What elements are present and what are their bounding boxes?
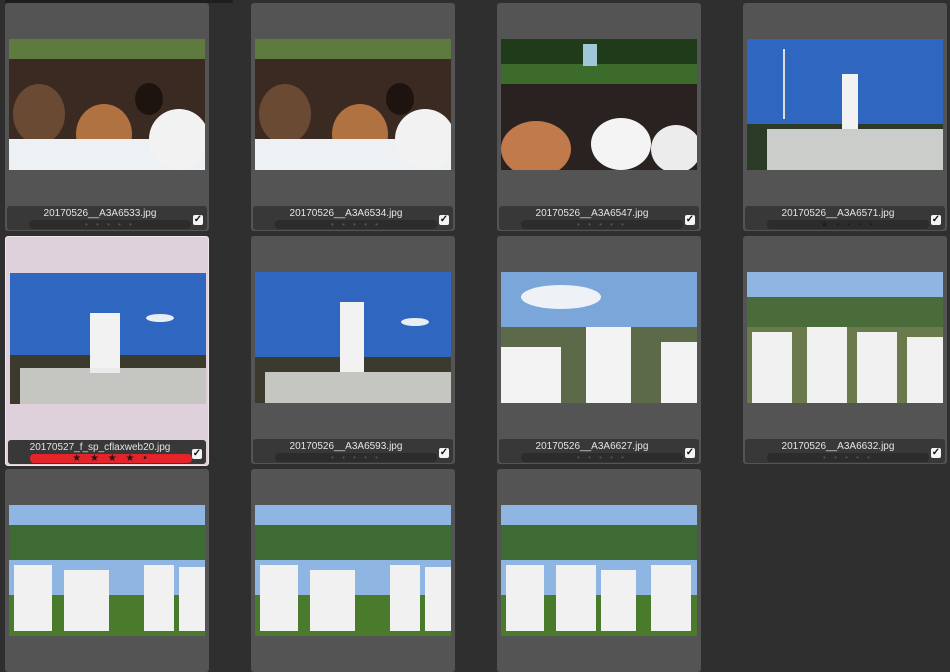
photo-cell-selected[interactable]: 20170527_f_sp_cflaxweb20.jpg ★ ★ ★ ★ • ✓ [5,236,209,466]
rating-stars[interactable]: • • • • • [521,220,683,229]
filename-label: 20170526__A3A6534.jpg [289,208,403,219]
photo-info-bar: 20170526__A3A6593.jpg • • • • • ✓ [253,439,453,463]
photo-cell[interactable]: 20170526__A3A6533.jpg • • • • • ✓ [5,3,209,231]
photo-info-bar: 20170526__A3A6534.jpg • • • • • ✓ [253,206,453,230]
photo-thumbnail[interactable] [747,272,943,403]
checkbox-checked-icon[interactable]: ✓ [931,215,941,225]
photo-cell[interactable] [251,469,455,672]
rating-stars[interactable]: • • • • • [29,220,191,229]
checkbox-checked-icon[interactable]: ✓ [439,448,449,458]
filename-label: 20170526__A3A6593.jpg [289,441,403,452]
photo-cell[interactable]: 20170526__A3A6593.jpg • • • • • ✓ [251,236,455,464]
photo-thumbnail[interactable] [255,39,451,170]
photo-thumbnail[interactable] [9,39,205,170]
checkbox-checked-icon[interactable]: ✓ [192,449,202,459]
photo-thumbnail[interactable] [9,505,205,636]
filename-label: 20170526__A3A6632.jpg [781,441,895,452]
photo-cell[interactable] [497,469,701,672]
filename-label: 20170526__A3A6571.jpg [781,208,895,219]
photo-cell[interactable]: 20170526__A3A6632.jpg • • • • • ✓ [743,236,947,464]
filename-label: 20170526__A3A6533.jpg [43,208,157,219]
photo-thumbnail[interactable] [501,505,697,636]
rating-stars[interactable]: ★ ★ ★ ★ • [30,454,192,464]
photo-thumbnail[interactable] [10,273,206,404]
photo-cell[interactable]: 20170526__A3A6547.jpg • • • • • ✓ [497,3,701,231]
photo-info-bar: 20170526__A3A6627.jpg • • • • • ✓ [499,439,699,463]
photo-thumbnail[interactable] [501,39,697,170]
checkbox-checked-icon[interactable]: ✓ [931,448,941,458]
rating-stars[interactable]: • • • • • [275,453,437,462]
photo-info-bar: 20170526__A3A6632.jpg • • • • • ✓ [745,439,945,463]
photo-thumbnail[interactable] [747,39,943,170]
checkbox-checked-icon[interactable]: ✓ [439,215,449,225]
checkbox-checked-icon[interactable]: ✓ [685,215,695,225]
rating-stars[interactable]: • • • • • [275,220,437,229]
rating-stars[interactable]: • • • • • [767,453,929,462]
photo-thumbnail[interactable] [501,272,697,403]
checkbox-checked-icon[interactable]: ✓ [193,215,203,225]
photo-info-bar: 20170526__A3A6533.jpg • • • • • ✓ [7,206,207,230]
photo-cell[interactable]: 20170526__A3A6534.jpg • • • • • ✓ [251,3,455,231]
rating-stars[interactable]: • • • • • [521,453,683,462]
rating-stars[interactable]: ★ • • • • [767,220,929,229]
photo-info-bar: 20170526__A3A6571.jpg ★ • • • • ✓ [745,206,945,230]
photo-cell[interactable] [5,469,209,672]
filename-label: 20170526__A3A6627.jpg [535,441,649,452]
photo-info-bar: 20170527_f_sp_cflaxweb20.jpg ★ ★ ★ ★ • ✓ [8,440,206,464]
photo-info-bar: 20170526__A3A6547.jpg • • • • • ✓ [499,206,699,230]
photo-thumbnail[interactable] [255,505,451,636]
checkbox-checked-icon[interactable]: ✓ [685,448,695,458]
photo-cell[interactable]: 20170526__A3A6627.jpg • • • • • ✓ [497,236,701,464]
filename-label: 20170526__A3A6547.jpg [535,208,649,219]
photo-thumbnail[interactable] [255,272,451,403]
photo-cell[interactable]: 20170526__A3A6571.jpg ★ • • • • ✓ [743,3,947,231]
photo-grid: 20170526__A3A6533.jpg • • • • • ✓ 201705… [0,0,950,672]
